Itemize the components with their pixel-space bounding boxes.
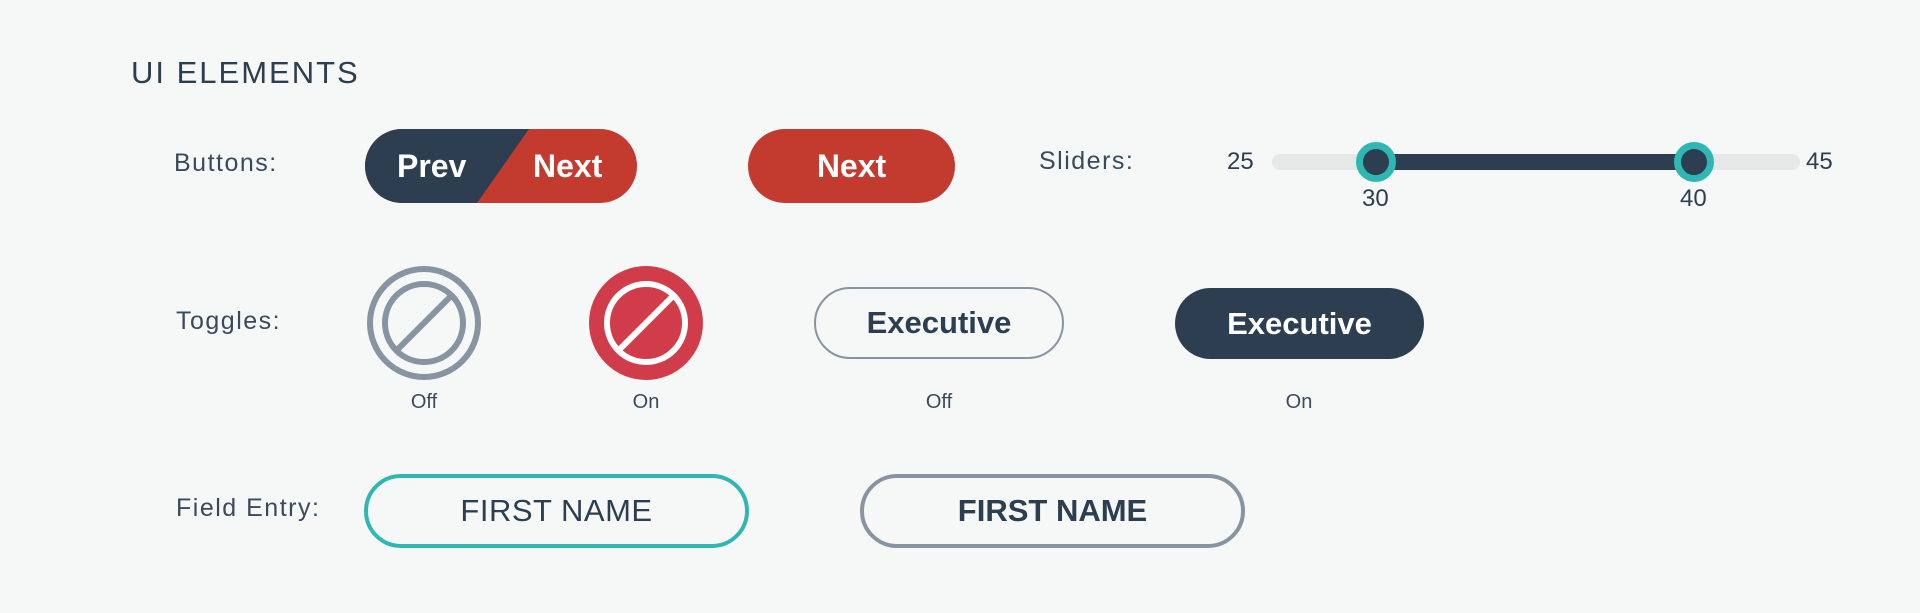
slider-high-thumb[interactable]: [1674, 142, 1714, 182]
executive-off-label: Off: [925, 391, 953, 413]
prohibited-toggle-on[interactable]: [588, 265, 704, 386]
next-button[interactable]: Next: [533, 129, 602, 203]
slider-max-value: 45: [1806, 148, 1833, 175]
prev-button[interactable]: Prev: [397, 129, 466, 203]
first-name-field-default[interactable]: [860, 474, 1245, 548]
buttons-row-label: Buttons:: [174, 149, 278, 177]
toggles-row-label: Toggles:: [176, 307, 282, 335]
next-pill-button[interactable]: Next: [748, 129, 955, 203]
ui-elements-sheet: UI ELEMENTS Buttons: Prev Next Next Slid…: [0, 0, 1920, 613]
slider-low-thumb[interactable]: [1356, 142, 1396, 182]
executive-toggle-on[interactable]: Executive: [1175, 288, 1424, 359]
range-slider-fill: [1376, 154, 1694, 170]
prev-next-split-button[interactable]: Prev Next: [365, 129, 637, 203]
prohibited-icon: [589, 266, 703, 380]
page-title: UI ELEMENTS: [131, 55, 360, 90]
executive-toggle-off[interactable]: Executive: [814, 287, 1064, 359]
executive-on-label: On: [1285, 391, 1313, 413]
toggle-icon-on-label: On: [632, 391, 660, 413]
slider-low-value: 30: [1362, 185, 1389, 212]
sliders-row-label: Sliders:: [1039, 147, 1135, 175]
prohibited-toggle-off[interactable]: [366, 265, 482, 386]
first-name-field-active[interactable]: [364, 474, 749, 548]
prohibited-icon: [367, 266, 481, 380]
slider-high-value: 40: [1680, 185, 1707, 212]
field-entry-row-label: Field Entry:: [176, 494, 321, 522]
slider-min-value: 25: [1227, 148, 1254, 175]
toggle-icon-off-label: Off: [410, 391, 438, 413]
